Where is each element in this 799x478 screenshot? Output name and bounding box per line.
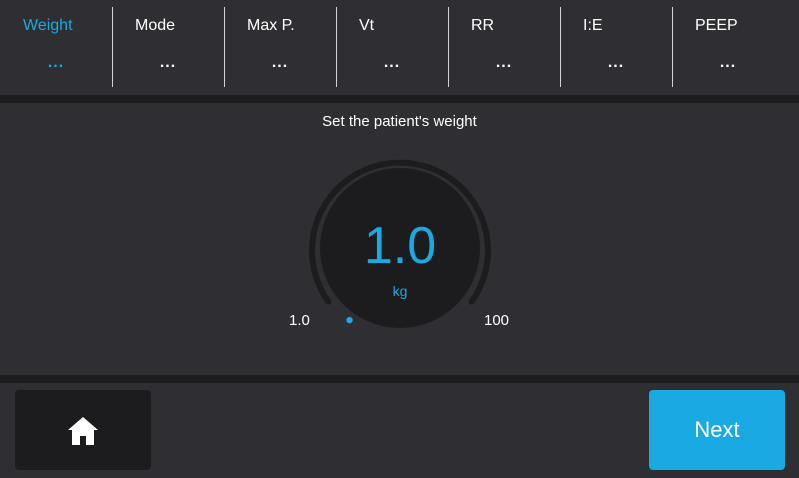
home-button[interactable] (15, 390, 151, 470)
weight-dial[interactable]: 1.0 kg (300, 148, 500, 328)
parameter-tab-bar: Weight ... Mode ... Max P. ... Vt ... RR… (0, 0, 799, 95)
tab-rr-label: RR (471, 17, 495, 34)
tab-vt-label: Vt (359, 17, 375, 34)
next-button[interactable]: Next (649, 390, 785, 470)
tab-peep-label: PEEP (695, 17, 738, 34)
tab-mode-label: Mode (135, 17, 176, 34)
tab-vt[interactable]: Vt ... (336, 0, 448, 95)
tab-weight-value: ... (47, 54, 65, 71)
weight-unit: kg (392, 283, 408, 299)
dial-max-label: 100 (484, 312, 510, 329)
tab-max-pressure-label: Max P. (247, 17, 295, 34)
weight-setting-panel: Set the patient's weight 1.0 kg 1.0 100 (0, 103, 799, 375)
tab-rr[interactable]: RR ... (448, 0, 560, 95)
tab-max-pressure[interactable]: Max P. ... (224, 0, 336, 95)
tab-rr-value: ... (495, 54, 513, 71)
weight-value: 1.0 (363, 217, 437, 275)
tab-mode-value: ... (159, 54, 177, 71)
tab-weight[interactable]: Weight ... (0, 0, 112, 95)
tab-peep[interactable]: PEEP ... (672, 0, 784, 95)
tab-ie-value: ... (607, 54, 625, 71)
tab-ie[interactable]: I:E ... (560, 0, 672, 95)
tab-weight-label: Weight (23, 17, 73, 34)
home-icon (68, 417, 98, 445)
footer-bar: Next (0, 383, 799, 478)
tab-ie-label: I:E (583, 17, 603, 34)
tab-mode[interactable]: Mode ... (112, 0, 224, 95)
page-prompt: Set the patient's weight (322, 113, 477, 130)
tab-max-pressure-value: ... (271, 54, 289, 71)
tab-peep-value: ... (719, 54, 737, 71)
dial-indicator (346, 316, 353, 324)
tab-vt-value: ... (383, 54, 401, 71)
dial-min-label: 1.0 (289, 312, 310, 329)
